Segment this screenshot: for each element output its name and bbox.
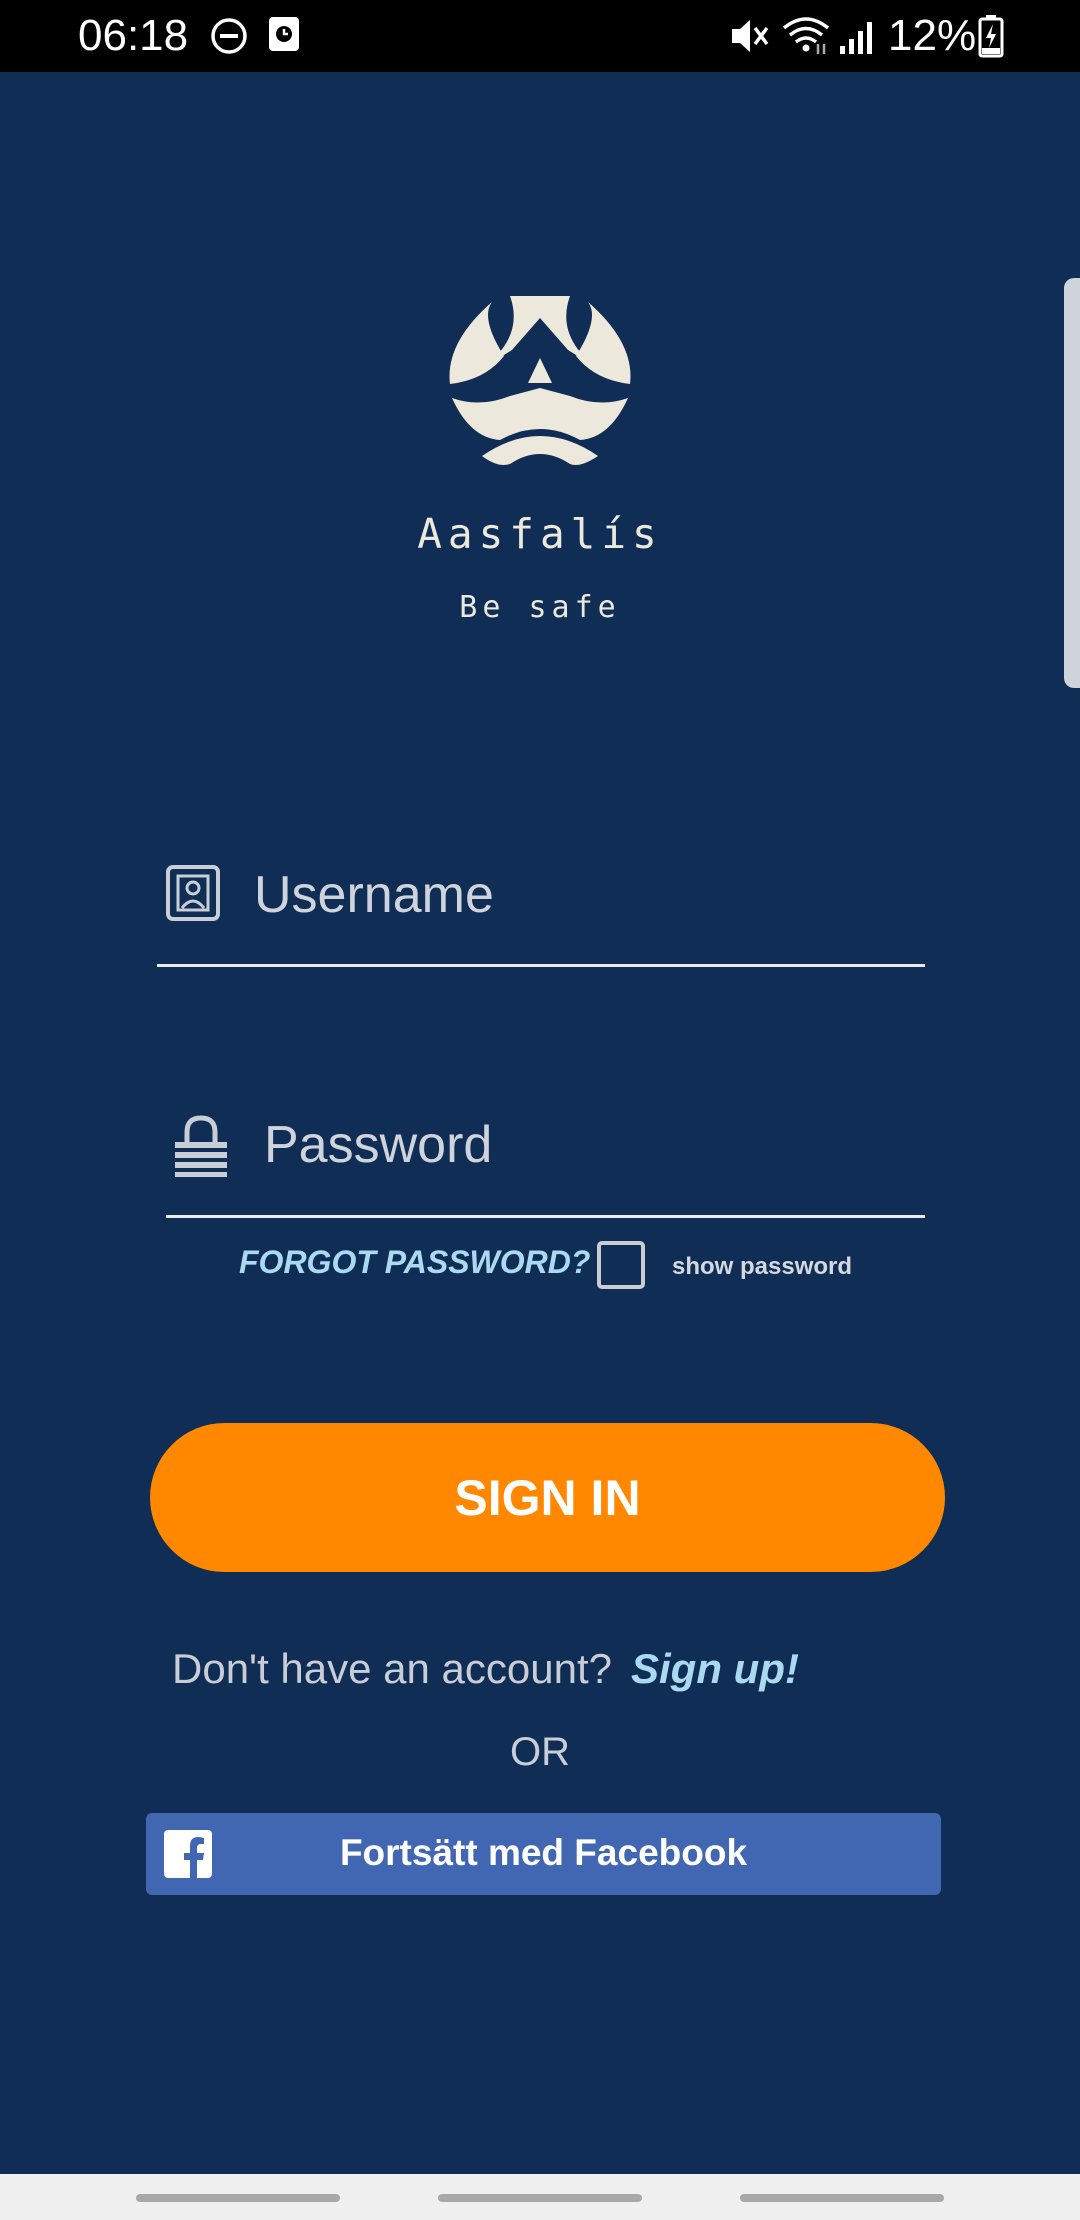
sign-in-button[interactable]: SIGN IN: [150, 1423, 945, 1572]
username-underline: [157, 964, 925, 967]
lock-icon: [175, 1115, 227, 1177]
mute-icon: [732, 20, 769, 52]
cell-signal-icon: [840, 22, 872, 54]
app-name: Aasfalís: [417, 510, 663, 558]
status-time: 06:18: [78, 11, 189, 60]
wifi-icon: [782, 17, 830, 54]
password-input[interactable]: [264, 1112, 914, 1178]
battery-percentage: 12%: [888, 11, 977, 60]
screen-record-icon: [269, 17, 299, 51]
show-password-label: show password: [672, 1253, 853, 1280]
user-icon: [166, 865, 220, 921]
do-not-disturb-icon: [211, 18, 247, 54]
nav-home-button[interactable]: [438, 2194, 642, 2202]
nav-recents-button[interactable]: [136, 2194, 340, 2202]
status-bar: 06:18 12%: [0, 0, 1080, 72]
or-divider-text: OR: [510, 1730, 570, 1774]
facebook-login-button[interactable]: Fortsätt med Facebook: [146, 1813, 941, 1895]
no-account-text: Don't have an account?: [172, 1645, 612, 1692]
password-underline: [166, 1215, 925, 1218]
sign-up-link[interactable]: Sign up!: [631, 1645, 799, 1693]
battery-charging-icon: [978, 15, 1004, 58]
nav-back-button[interactable]: [740, 2194, 944, 2202]
app-logo: [449, 296, 631, 465]
navigation-bar: [0, 2174, 1080, 2220]
scrollbar-handle[interactable]: [1064, 278, 1080, 688]
facebook-button-label: Fortsätt med Facebook: [339, 1832, 748, 1873]
app-tagline: Be safe: [459, 590, 621, 625]
show-password-checkbox[interactable]: [597, 1241, 645, 1289]
username-input[interactable]: [254, 862, 914, 928]
forgot-password-link[interactable]: FORGOT PASSWORD?: [239, 1244, 590, 1281]
